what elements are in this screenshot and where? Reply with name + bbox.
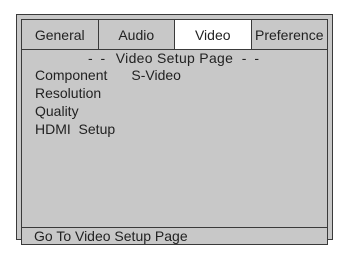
tab-audio[interactable]: Audio <box>99 20 175 49</box>
title-dots-left: - - <box>87 50 108 66</box>
menu-item-label: Resolution <box>35 85 102 101</box>
status-bar: Go To Video Setup Page <box>21 228 328 245</box>
tab-bar: General Audio Video Preference <box>21 19 328 50</box>
menu-item-label: Component <box>35 67 108 83</box>
tab-preference[interactable]: Preference <box>252 20 328 49</box>
menu-item-hdmi-setup[interactable]: HDMI Setup <box>35 120 181 138</box>
status-text: Go To Video Setup Page <box>34 228 188 244</box>
title-dots-right: - - <box>241 50 262 66</box>
page-title-text: Video Setup Page <box>115 50 234 66</box>
menu-item-quality[interactable]: Quality <box>35 102 181 120</box>
menu-item-component[interactable]: Component S-Video <box>35 66 181 84</box>
menu-item-label: Quality <box>35 103 79 119</box>
video-setup-menu: Component S-Video Resolution Quality HDM… <box>35 66 181 138</box>
menu-item-label: HDMI Setup <box>35 121 116 137</box>
menu-item-resolution[interactable]: Resolution <box>35 84 181 102</box>
tab-general[interactable]: General <box>22 20 99 49</box>
page-title: - - Video Setup Page - - <box>22 50 327 66</box>
tab-video[interactable]: Video <box>175 20 252 49</box>
video-setup-panel: - - Video Setup Page - - Component S-Vid… <box>21 50 328 228</box>
setup-menu-window: General Audio Video Preference - - Video… <box>16 14 333 245</box>
menu-item-value: S-Video <box>131 67 181 83</box>
